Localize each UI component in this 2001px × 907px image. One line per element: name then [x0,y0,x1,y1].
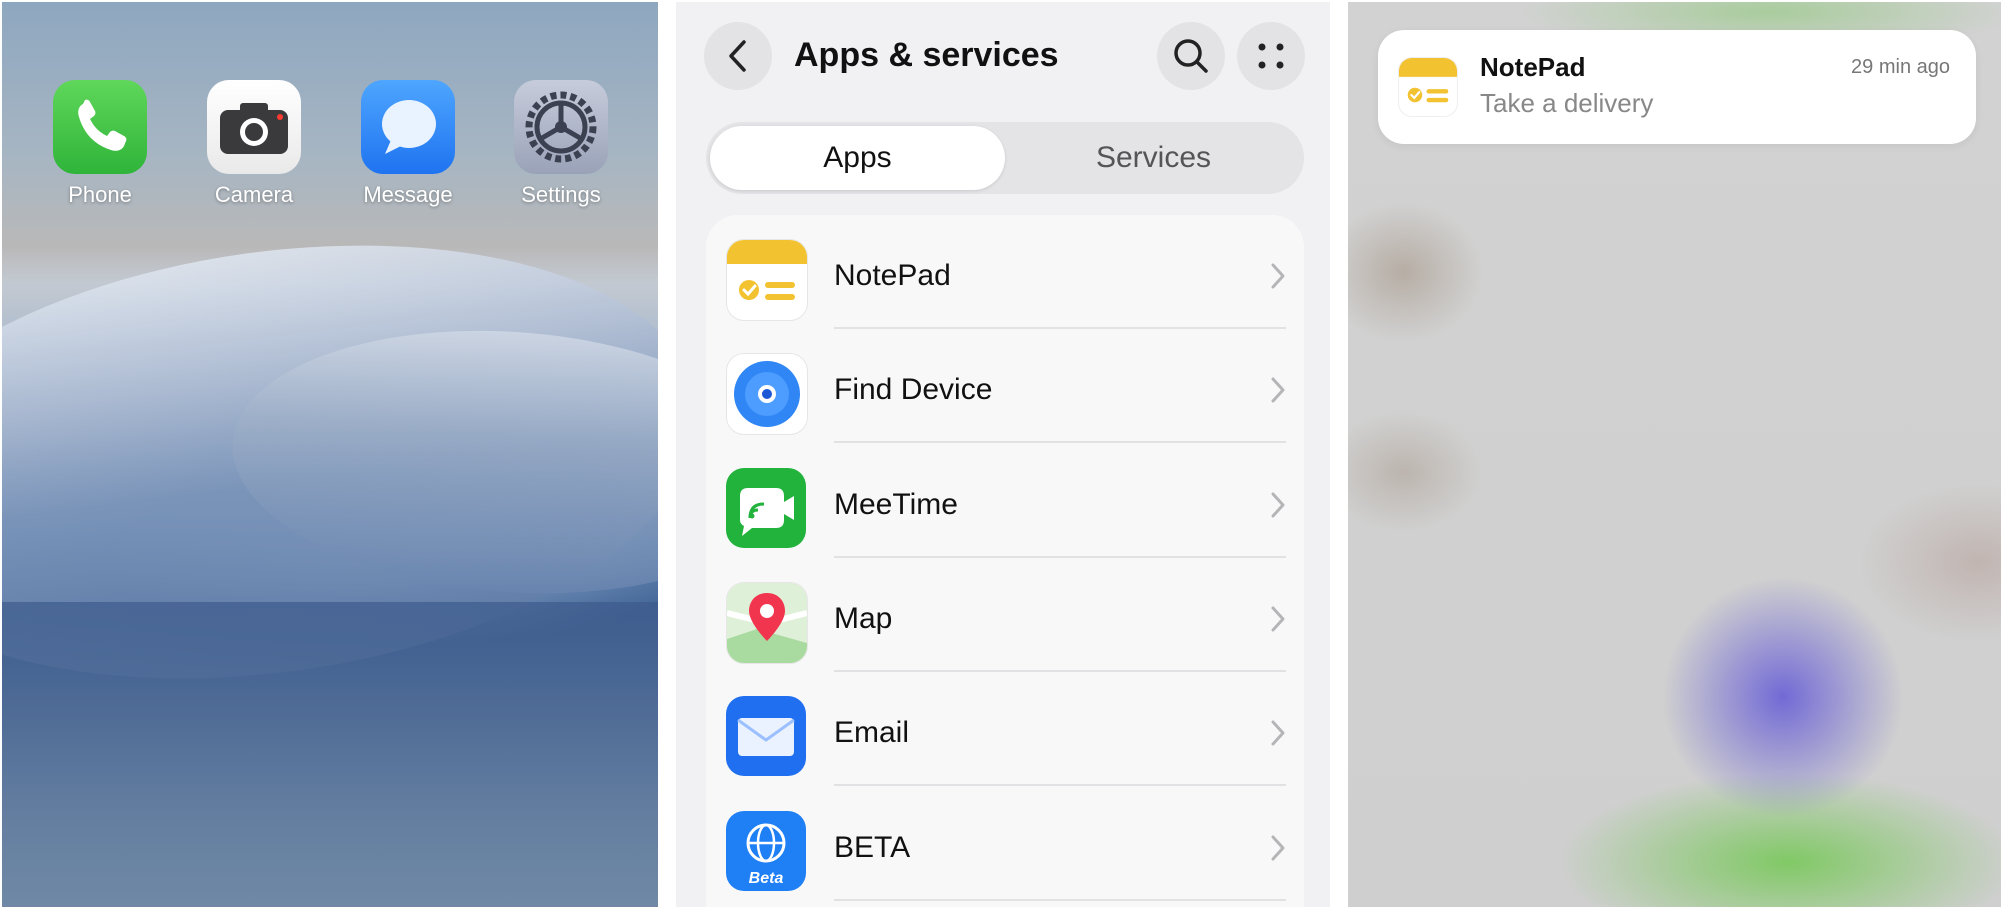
meetime-icon [726,468,806,548]
chevron-right-icon [1271,606,1285,632]
notepad-icon [726,239,808,321]
divider [834,899,1286,901]
page-title: Apps & services [794,36,1059,74]
apps-list: NotePad Find Device MeeTime Map Email Be… [706,215,1304,907]
notification-screen: NotePad 29 min ago Take a delivery [1348,2,2001,907]
list-item-label: BETA [834,831,911,864]
chevron-right-icon [1271,492,1285,518]
apps-services-screen: Apps & services Apps Services NotePad Fi… [676,2,1330,907]
notepad-icon [1398,57,1458,117]
more-button[interactable] [1237,22,1305,90]
phone-icon [53,80,147,174]
more-dots-icon [1258,43,1284,69]
tab-apps[interactable]: Apps [710,126,1005,190]
list-item-beta[interactable]: Beta BETA [706,787,1304,901]
list-item-label: Find Device [834,373,993,406]
list-item-label: Map [834,602,893,635]
list-item-map[interactable]: Map [706,558,1304,672]
camera-label: Camera [214,182,294,207]
beta-icon-text: Beta [749,870,784,887]
camera-icon [207,80,301,174]
chevron-right-icon [1271,835,1285,861]
divider [834,784,1286,786]
divider [834,441,1286,443]
chevron-right-icon [1271,377,1285,403]
back-button[interactable] [704,22,772,90]
notification-text: Take a delivery [1480,88,1654,118]
notification-app-name: NotePad [1480,52,1586,82]
notification-card[interactable]: NotePad 29 min ago Take a delivery [1378,30,1976,144]
camera-app[interactable]: Camera [204,80,304,208]
list-item-find-device[interactable]: Find Device [706,329,1304,443]
list-item-email[interactable]: Email [706,672,1304,786]
tab-services[interactable]: Services [1006,126,1301,190]
message-app[interactable]: Message [358,80,458,208]
search-button[interactable] [1157,22,1225,90]
message-icon [361,80,455,174]
home-screen: Phone Camera Message Settings [2,2,658,907]
segmented-control: Apps Services [706,122,1304,194]
notification-time: 29 min ago [1851,56,1950,78]
settings-app[interactable]: Settings [511,80,611,208]
find-device-icon [726,353,808,435]
phone-app[interactable]: Phone [50,80,150,208]
list-item-label: Email [834,716,910,749]
wallpaper-water [2,602,658,907]
beta-globe-icon: Beta [726,811,806,891]
chevron-right-icon [1271,720,1285,746]
settings-gear-icon [514,80,608,174]
envelope-icon [726,696,806,776]
list-item-meetime[interactable]: MeeTime [706,444,1304,558]
search-icon [1174,39,1208,73]
map-pin-icon [726,582,808,664]
list-item-label: NotePad [834,259,951,292]
list-item-label: MeeTime [834,488,958,521]
phone-label: Phone [68,182,132,207]
chevron-right-icon [1271,263,1285,289]
list-item-notepad[interactable]: NotePad [706,215,1304,329]
settings-label: Settings [521,182,601,207]
message-label: Message [363,182,453,207]
chevron-left-icon [729,40,746,72]
